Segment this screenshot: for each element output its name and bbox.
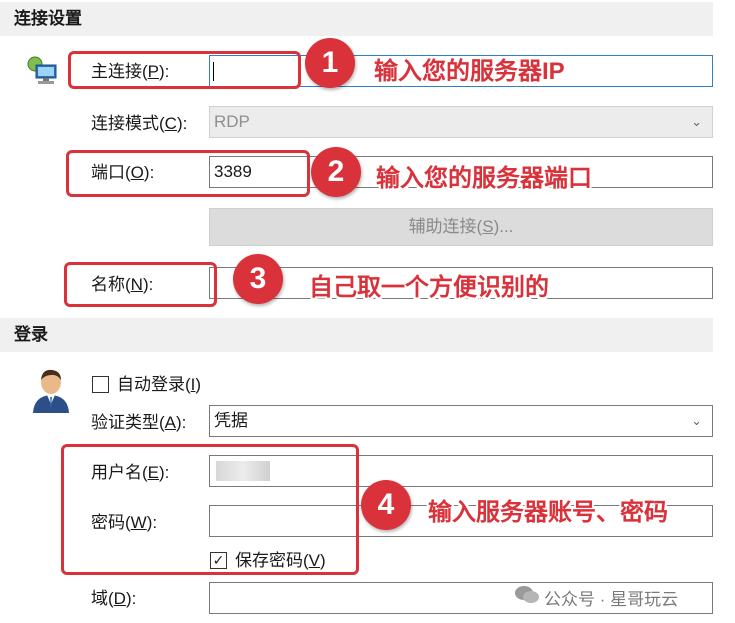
computer-icon [26,56,60,86]
annotation-badge-1: 1 [305,38,355,88]
watermark-text: 公众号 · 星哥玩云 [544,590,679,609]
auth-type-select[interactable]: 凭据 ⌄ [209,405,713,437]
auto-login-label: 自动登录(I) [117,375,202,394]
annotation-badge-3: 3 [233,254,283,304]
annotation-box-2 [66,150,310,197]
connection-mode-select[interactable]: RDP ⌄ [209,106,713,138]
annotation-box-4 [61,444,359,575]
chevron-down-icon: ⌄ [691,413,702,428]
watermark: 公众号 · 星哥玩云 [512,583,712,609]
connection-section-header: 连接设置 [0,2,713,36]
auth-type-value: 凭据 [214,411,248,430]
connection-mode-label: 连接模式(C): [91,114,188,133]
domain-label: 域(D): [91,589,137,608]
aux-connection-button[interactable]: 辅助连接(S)... [209,208,713,246]
annotation-badge-2: 2 [311,147,361,197]
annotation-badge-4: 4 [361,480,411,530]
login-section-title: 登录 [14,325,48,344]
connection-section-title: 连接设置 [14,9,82,28]
chevron-down-icon: ⌄ [691,114,702,129]
annotation-text-4: 输入服务器账号、密码 [428,499,668,526]
wechat-icon [515,586,539,603]
annotation-text-1: 输入您的服务器IP [374,58,565,85]
annotation-box-1 [68,51,301,89]
annotation-box-3 [64,262,217,307]
auth-type-label: 验证类型(A): [91,413,187,432]
auto-login-checkbox[interactable] [92,376,109,393]
user-icon [30,366,72,414]
connection-mode-value: RDP [214,112,250,131]
annotation-text-3: 自己取一个方便识别的 [309,274,549,301]
annotation-text-2: 输入您的服务器端口 [376,165,592,192]
login-section-header: 登录 [0,318,713,352]
